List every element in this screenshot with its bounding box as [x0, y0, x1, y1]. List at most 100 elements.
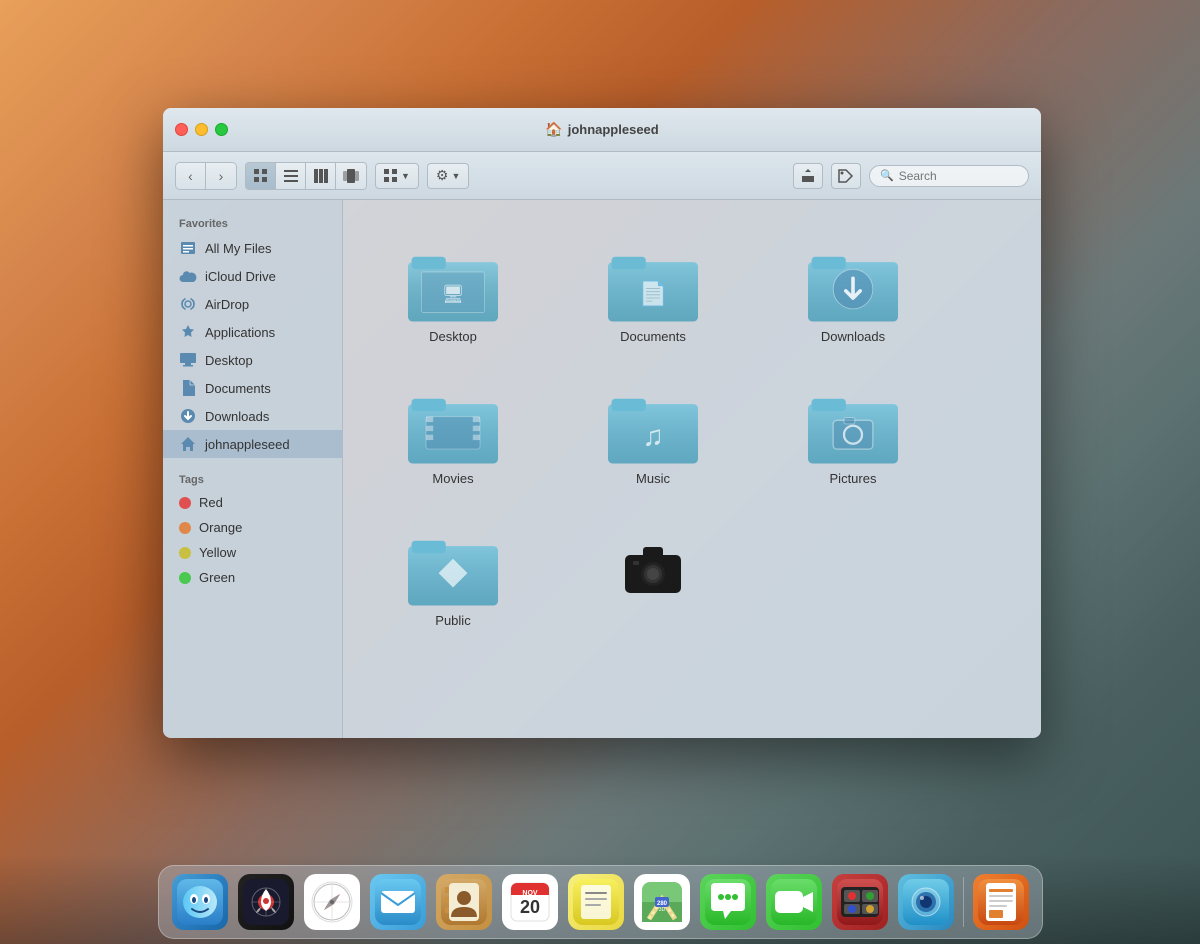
public-folder-icon [408, 532, 498, 607]
screenshot-item[interactable] [573, 524, 733, 636]
music-folder-item[interactable]: ♫ Music [573, 382, 733, 494]
pictures-folder-item[interactable]: Pictures [773, 382, 933, 494]
tags-section-title: Tags [163, 466, 342, 490]
sidebar-tag-green[interactable]: Green [163, 565, 342, 590]
dock-separator [963, 877, 964, 927]
finder-window: 🏠 johnappleseed ‹ › [163, 108, 1041, 738]
dock-launchpad[interactable] [235, 871, 297, 933]
search-box[interactable]: 🔍 [869, 165, 1029, 187]
list-view-button[interactable] [276, 163, 306, 189]
toolbar: ‹ › [163, 152, 1041, 200]
applications-icon [179, 323, 197, 341]
sidebar-item-documents[interactable]: Documents [163, 374, 342, 402]
sidebar-item-desktop[interactable]: Desktop [163, 346, 342, 374]
launchpad-dock-icon [238, 874, 294, 930]
movies-folder-item[interactable]: Movies [373, 382, 533, 494]
documents-folder-icon: 📄 [608, 248, 698, 323]
svg-text:♫: ♫ [642, 421, 664, 453]
movies-folder-label: Movies [432, 471, 473, 486]
file-grid: 🖥 Desktop [373, 240, 933, 636]
dock-photobooth[interactable] [829, 871, 891, 933]
dock-isight[interactable] [895, 871, 957, 933]
icon-view-button[interactable] [246, 163, 276, 189]
all-my-files-icon [179, 239, 197, 257]
sidebar-item-all-my-files[interactable]: All My Files [163, 234, 342, 262]
dock-finder[interactable] [169, 871, 231, 933]
desktop-folder-icon: 🖥 [408, 248, 498, 323]
finder-dock-icon [172, 874, 228, 930]
forward-button[interactable]: › [206, 163, 236, 189]
icloud-label: iCloud Drive [205, 269, 276, 284]
minimize-button[interactable] [195, 123, 208, 136]
svg-text:20: 20 [519, 897, 539, 917]
search-icon: 🔍 [880, 169, 894, 182]
documents-label: Documents [205, 381, 271, 396]
search-input[interactable] [899, 169, 1019, 183]
public-folder-item[interactable]: Public [373, 524, 533, 636]
applications-label: Applications [205, 325, 275, 340]
dock-calendar[interactable]: NOV 20 [499, 871, 561, 933]
downloads-icon [179, 407, 197, 425]
sidebar-item-home[interactable]: johnappleseed [163, 430, 342, 458]
documents-folder-label: Documents [620, 329, 686, 344]
pages-dock-icon [973, 874, 1029, 930]
window-title: johnappleseed [568, 122, 659, 137]
view-mode-buttons [245, 162, 367, 190]
sidebar-item-airdrop[interactable]: AirDrop [163, 290, 342, 318]
dock-inner: NOV 20 [158, 865, 1043, 939]
dock-facetime[interactable] [763, 871, 825, 933]
dock-contacts[interactable] [433, 871, 495, 933]
nav-buttons: ‹ › [175, 162, 237, 190]
sidebar: Favorites All My Files [163, 200, 343, 738]
dock-mail[interactable] [367, 871, 429, 933]
orange-tag-dot [179, 522, 191, 534]
traffic-lights [175, 123, 228, 136]
pictures-folder-icon [808, 390, 898, 465]
svg-text:3D: 3D [658, 907, 665, 913]
airdrop-icon [179, 295, 197, 313]
coverflow-view-button[interactable] [336, 163, 366, 189]
sidebar-tag-red[interactable]: Red [163, 490, 342, 515]
icloud-icon [179, 267, 197, 285]
home-sidebar-icon [179, 435, 197, 453]
desktop-folder-item[interactable]: 🖥 Desktop [373, 240, 533, 352]
dock-notes[interactable] [565, 871, 627, 933]
red-tag-label: Red [199, 495, 223, 510]
safari-dock-icon [304, 874, 360, 930]
column-view-button[interactable] [306, 163, 336, 189]
dock-safari[interactable] [301, 871, 363, 933]
yellow-tag-label: Yellow [199, 545, 236, 560]
red-tag-dot [179, 497, 191, 509]
action-dropdown[interactable]: ⚙ ▼ [427, 163, 469, 189]
messages-dock-icon [700, 874, 756, 930]
sidebar-tag-yellow[interactable]: Yellow [163, 540, 342, 565]
sidebar-tag-orange[interactable]: Orange [163, 515, 342, 540]
calendar-dock-icon: NOV 20 [502, 874, 558, 930]
yellow-tag-dot [179, 547, 191, 559]
orange-tag-label: Orange [199, 520, 242, 535]
sidebar-item-icloud[interactable]: iCloud Drive [163, 262, 342, 290]
desktop-sidebar-label: Desktop [205, 353, 253, 368]
tag-button[interactable] [831, 163, 861, 189]
svg-text:🖥: 🖥 [442, 284, 465, 304]
downloads-folder-item[interactable]: Downloads [773, 240, 933, 352]
facetime-dock-icon [766, 874, 822, 930]
share-button[interactable] [793, 163, 823, 189]
dock-messages[interactable] [697, 871, 759, 933]
back-button[interactable]: ‹ [176, 163, 206, 189]
camera-icon [608, 532, 698, 607]
sidebar-item-applications[interactable]: Applications [163, 318, 342, 346]
close-button[interactable] [175, 123, 188, 136]
sidebar-item-downloads[interactable]: Downloads [163, 402, 342, 430]
dock-maps[interactable]: 280 3D [631, 871, 693, 933]
dock-pages[interactable] [970, 871, 1032, 933]
pictures-folder-label: Pictures [830, 471, 877, 486]
isight-dock-icon [898, 874, 954, 930]
arrange-dropdown[interactable]: ▼ [375, 163, 419, 189]
green-tag-label: Green [199, 570, 235, 585]
svg-text:📄: 📄 [638, 280, 667, 308]
notes-dock-icon [568, 874, 624, 930]
downloads-label: Downloads [205, 409, 269, 424]
maximize-button[interactable] [215, 123, 228, 136]
documents-folder-item[interactable]: 📄 Documents [573, 240, 733, 352]
